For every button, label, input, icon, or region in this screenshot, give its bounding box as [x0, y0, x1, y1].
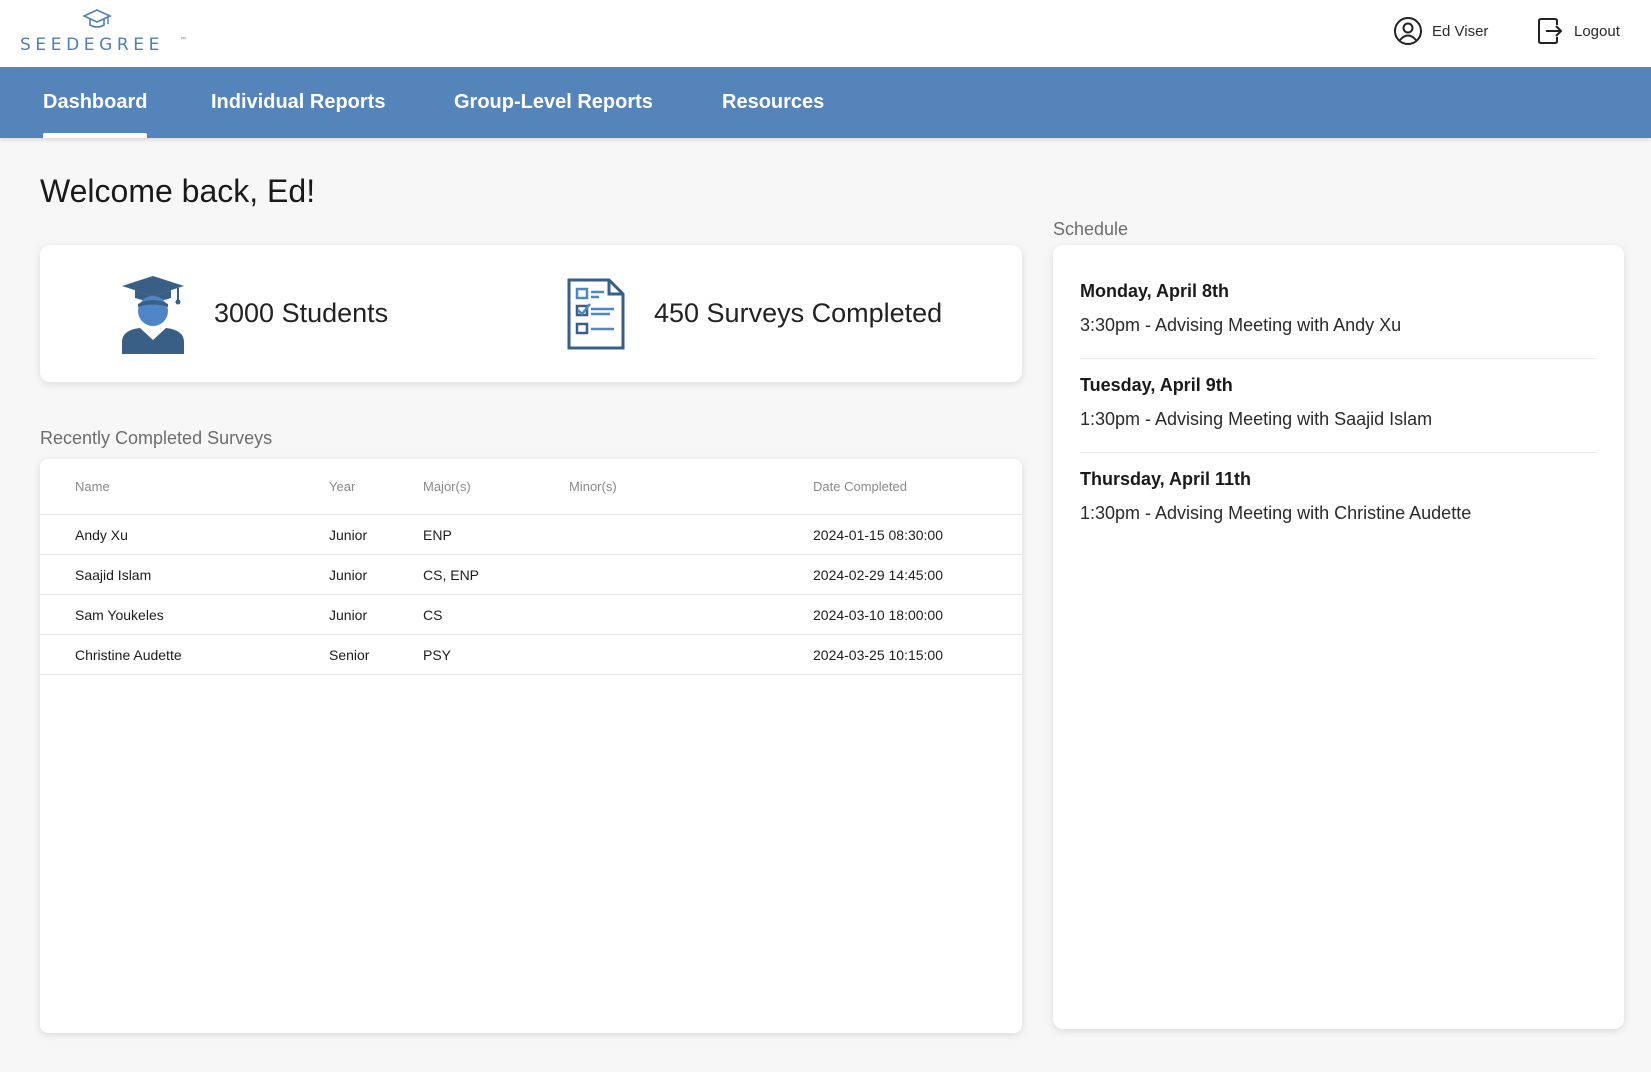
seedegree-logo[interactable]: SEEDEGREE ™ [18, 8, 193, 58]
table-row[interactable]: Christine Audette Senior PSY 2024-03-25 … [40, 635, 1022, 675]
row-year: Junior [329, 567, 368, 583]
event-description: 3:30pm - Advising Meeting with Andy Xu [1080, 315, 1402, 335]
row-major: PSY [423, 647, 452, 663]
row-year: Senior [329, 647, 370, 663]
row-date: 2024-02-29 14:45:00 [813, 567, 943, 583]
table-row[interactable]: Sam Youkeles Junior CS 2024-03-10 18:00:… [40, 595, 1022, 635]
recent-surveys-table: Name Year Major(s) Minor(s) Date Complet… [40, 459, 1022, 1033]
row-major: ENP [423, 527, 452, 543]
row-year: Junior [329, 607, 368, 623]
brand-trademark: ™ [180, 37, 186, 43]
students-count: 3000 Students [214, 298, 389, 328]
main-nav: Dashboard Individual Reports Group-Level… [0, 67, 1651, 138]
schedule-card: Monday, April 8th 3:30pm - Advising Meet… [1053, 245, 1624, 1029]
row-date: 2024-01-15 08:30:00 [813, 527, 943, 543]
graduate-icon [122, 275, 184, 354]
schedule-event[interactable]: Thursday, April 11th 1:30pm - Advising M… [1080, 469, 1597, 524]
schedule-event[interactable]: Monday, April 8th 3:30pm - Advising Meet… [1080, 281, 1597, 336]
graduation-cap-logo-icon [82, 9, 112, 28]
schedule-title: Schedule [1053, 219, 1129, 239]
event-divider [1080, 452, 1597, 453]
event-description: 1:30pm - Advising Meeting with Saajid Is… [1080, 409, 1433, 429]
tab-group-level-reports[interactable]: Group-Level Reports [454, 67, 653, 138]
tab-resources[interactable]: Resources [722, 67, 824, 138]
schedule-event[interactable]: Tuesday, April 9th 1:30pm - Advising Mee… [1080, 375, 1597, 430]
row-name: Sam Youkeles [75, 607, 164, 623]
row-date: 2024-03-25 10:15:00 [813, 647, 943, 663]
row-major: CS [423, 607, 443, 623]
user-profile-button[interactable]: Ed Viser [1393, 14, 1503, 48]
event-divider [1080, 358, 1597, 359]
table-row[interactable]: Andy Xu Junior ENP 2024-01-15 08:30:00 [40, 515, 1022, 555]
logout-icon [1538, 18, 1563, 44]
welcome-heading: Welcome back, Ed! [40, 173, 316, 209]
table-header: Name Year Major(s) Minor(s) Date Complet… [40, 459, 1022, 515]
row-name: Christine Audette [75, 647, 182, 663]
table-row[interactable]: Saajid Islam Junior CS, ENP 2024-02-29 1… [40, 555, 1022, 595]
tab-dashboard[interactable]: Dashboard [43, 67, 148, 138]
students-stat: 3000 Students [120, 245, 388, 382]
tab-individual-reports[interactable]: Individual Reports [211, 67, 385, 138]
row-name: Saajid Islam [75, 567, 152, 583]
logout-label: Logout [1574, 22, 1620, 40]
column-header-majors[interactable]: Major(s) [423, 459, 471, 515]
event-description: 1:30pm - Advising Meeting with Christine… [1080, 503, 1472, 523]
top-header: SEEDEGREE ™ Ed Viser Logout [0, 0, 1651, 67]
column-header-name[interactable]: Name [75, 459, 110, 515]
event-day: Thursday, April 11th [1080, 469, 1252, 489]
surveys-stat: 450 Surveys Completed [566, 245, 942, 382]
brand-name: SEEDEGREE [20, 35, 164, 55]
row-year: Junior [329, 527, 368, 543]
column-header-minors[interactable]: Minor(s) [569, 459, 617, 515]
row-name: Andy Xu [75, 527, 128, 543]
recent-surveys-title: Recently Completed Surveys [40, 428, 273, 448]
column-header-year[interactable]: Year [329, 459, 355, 515]
user-circle-icon [1394, 17, 1422, 45]
row-date: 2024-03-10 18:00:00 [813, 607, 943, 623]
survey-checklist-icon [567, 278, 625, 349]
row-major: CS, ENP [423, 567, 480, 583]
surveys-count: 450 Surveys Completed [654, 298, 943, 328]
stats-card: 3000 Students 450 Surveys Completed [40, 245, 1022, 382]
logout-button[interactable]: Logout [1537, 14, 1647, 48]
column-header-date-completed[interactable]: Date Completed [813, 459, 907, 515]
event-day: Tuesday, April 9th [1080, 375, 1233, 395]
user-name: Ed Viser [1432, 22, 1489, 40]
event-day: Monday, April 8th [1080, 281, 1230, 301]
